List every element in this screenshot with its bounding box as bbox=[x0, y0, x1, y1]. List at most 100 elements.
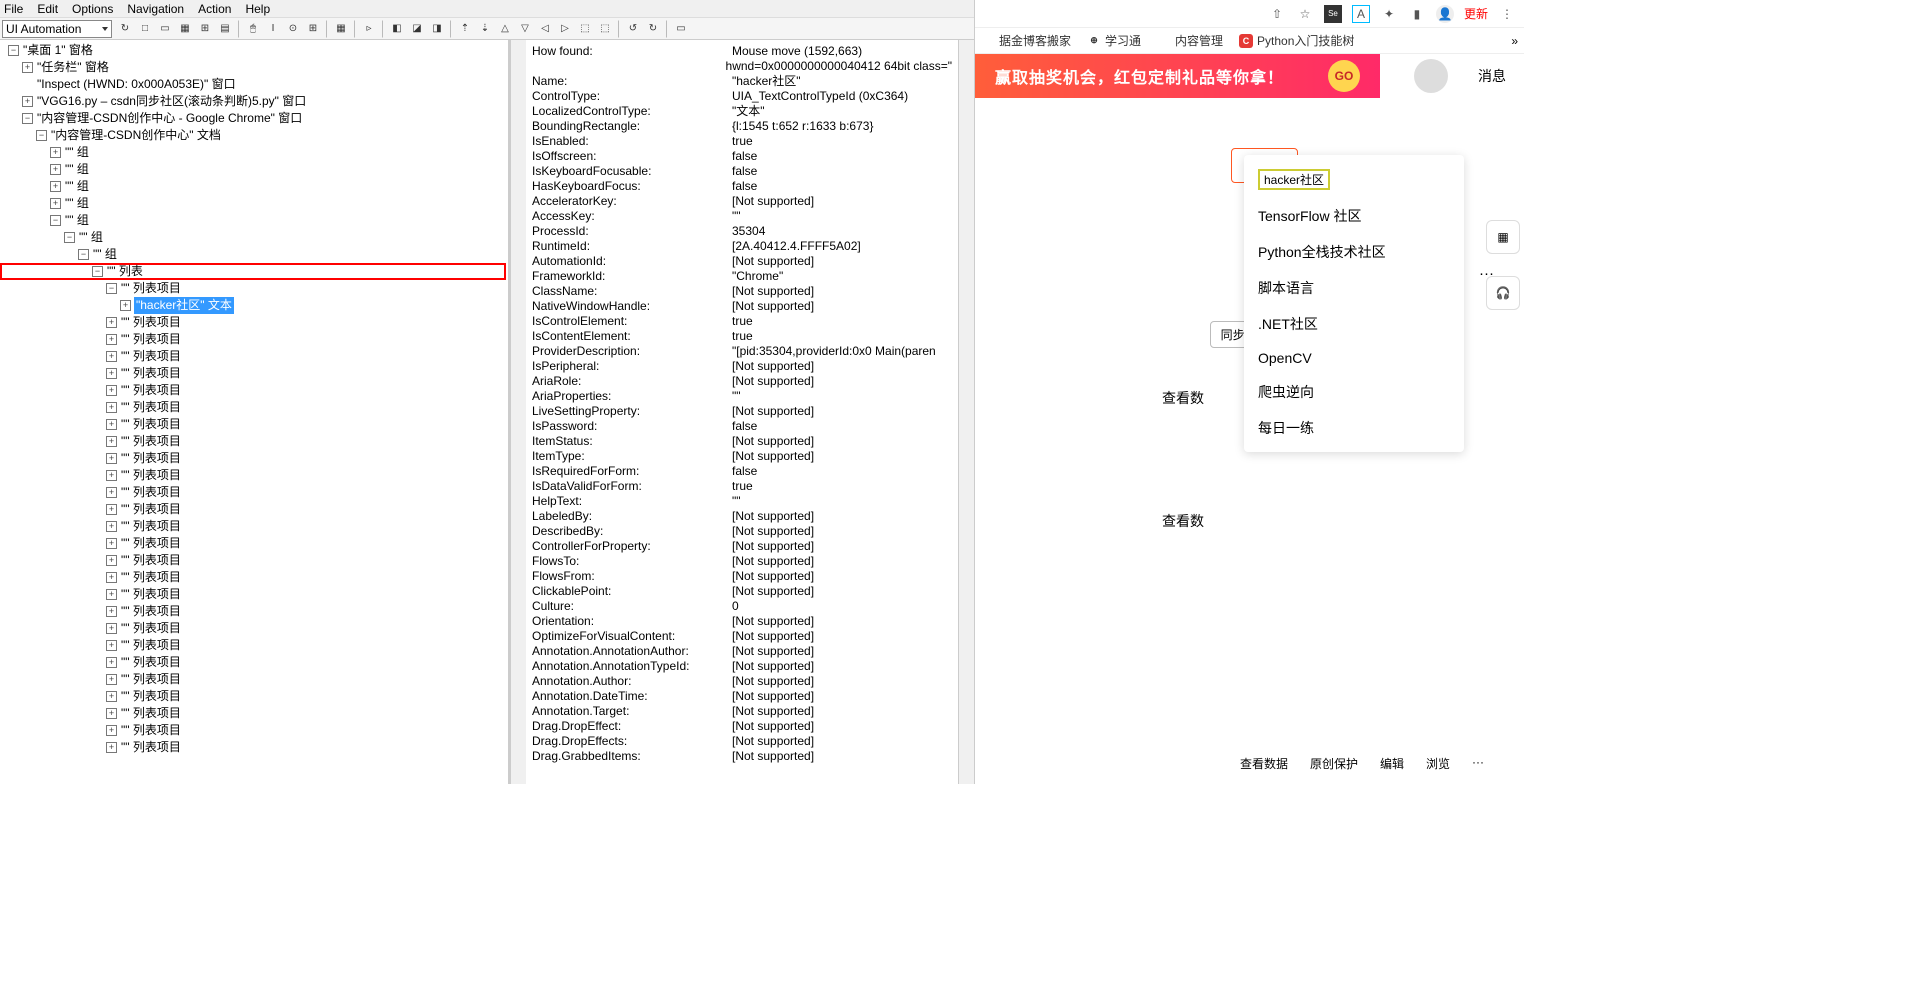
extensions-icon[interactable]: ✦ bbox=[1380, 5, 1398, 23]
edit-link-2[interactable]: 编辑 bbox=[1380, 755, 1404, 772]
menu-navigation[interactable]: Navigation bbox=[127, 2, 184, 16]
dropdown-item[interactable]: hacker社区 bbox=[1244, 161, 1464, 198]
properties-pane[interactable]: How found:Mouse move (1592,663)hwnd=0x00… bbox=[526, 40, 958, 784]
toolbar-icon[interactable] bbox=[666, 20, 668, 38]
expand-icon[interactable]: − bbox=[36, 130, 47, 141]
tree-item[interactable]: +"任务栏" 窗格 bbox=[2, 59, 506, 76]
menu-file[interactable]: File bbox=[4, 2, 23, 16]
dropdown-item[interactable]: TensorFlow 社区 bbox=[1244, 198, 1464, 234]
tree-item[interactable]: −"" 列表项目 bbox=[2, 280, 506, 297]
bookmark[interactable]: CPython入门技能树 bbox=[1239, 32, 1354, 49]
expand-icon[interactable]: + bbox=[50, 164, 61, 175]
tree-item[interactable]: +"" 列表项目 bbox=[2, 399, 506, 416]
tree-item[interactable]: +"" 列表项目 bbox=[2, 586, 506, 603]
tree-item[interactable]: −"桌面 1" 窗格 bbox=[2, 42, 506, 59]
mode-dropdown[interactable]: UI Automation bbox=[2, 20, 112, 38]
toolbar-icon[interactable]: I bbox=[264, 20, 282, 38]
toolbar-icon[interactable] bbox=[618, 20, 620, 38]
expand-icon[interactable]: + bbox=[106, 419, 117, 430]
expand-icon[interactable]: + bbox=[106, 487, 117, 498]
expand-icon[interactable]: − bbox=[64, 232, 75, 243]
toolbar-icon[interactable]: ⊙ bbox=[284, 20, 302, 38]
toolbar-icon[interactable]: ▦ bbox=[332, 20, 350, 38]
tree-item[interactable]: +"" 列表项目 bbox=[2, 433, 506, 450]
expand-icon[interactable]: + bbox=[106, 504, 117, 515]
toolbar-icon[interactable]: ⊞ bbox=[196, 20, 214, 38]
bookmark[interactable]: ⊕学习通 bbox=[1087, 32, 1141, 49]
expand-icon[interactable]: + bbox=[106, 334, 117, 345]
tree-item[interactable]: +"" 列表项目 bbox=[2, 416, 506, 433]
update-button[interactable]: 更新 bbox=[1464, 5, 1488, 22]
expand-icon[interactable]: + bbox=[106, 725, 117, 736]
tree-item[interactable]: +"" 列表项目 bbox=[2, 603, 506, 620]
menu-options[interactable]: Options bbox=[72, 2, 113, 16]
expand-icon[interactable]: + bbox=[106, 674, 117, 685]
expand-icon[interactable]: − bbox=[8, 45, 19, 56]
expand-icon[interactable]: − bbox=[106, 283, 117, 294]
toolbar-icon[interactable] bbox=[238, 20, 240, 38]
expand-icon[interactable]: + bbox=[106, 708, 117, 719]
view-data-link[interactable]: 查看数据 bbox=[1240, 755, 1288, 772]
bookmark[interactable]: 据金博客搬家 bbox=[981, 32, 1071, 49]
expand-icon[interactable]: + bbox=[106, 453, 117, 464]
extension-se-icon[interactable]: Se bbox=[1324, 5, 1342, 23]
toolbar-icon[interactable]: ⇡ bbox=[456, 20, 474, 38]
expand-icon[interactable]: + bbox=[106, 351, 117, 362]
expand-icon[interactable]: + bbox=[50, 147, 61, 158]
dropdown-item[interactable]: OpenCV bbox=[1244, 342, 1464, 374]
tree-item[interactable]: +"" 列表项目 bbox=[2, 637, 506, 654]
tree-item[interactable]: "Inspect (HWND: 0x000A053E)" 窗口 bbox=[2, 76, 506, 93]
tree-item[interactable]: +"" 列表项目 bbox=[2, 518, 506, 535]
kebab-icon[interactable]: ⋮ bbox=[1498, 5, 1516, 23]
tree-item[interactable]: −"" 组 bbox=[2, 212, 506, 229]
toolbar-icon[interactable] bbox=[450, 20, 452, 38]
tree-item[interactable]: +"" 列表项目 bbox=[2, 382, 506, 399]
more-dots-2[interactable]: ··· bbox=[1472, 755, 1484, 772]
toolbar-icon[interactable]: ◁ bbox=[536, 20, 554, 38]
dropdown-item[interactable]: 脚本语言 bbox=[1244, 270, 1464, 306]
expand-icon[interactable]: + bbox=[106, 623, 117, 634]
avatar[interactable] bbox=[1414, 59, 1448, 93]
profile-icon[interactable]: 👤 bbox=[1436, 5, 1454, 23]
expand-icon[interactable]: − bbox=[78, 249, 89, 260]
browse-link-2[interactable]: 浏览 bbox=[1426, 755, 1450, 772]
menu-help[interactable]: Help bbox=[245, 2, 270, 16]
menu-edit[interactable]: Edit bbox=[37, 2, 58, 16]
original-protect-link[interactable]: 原创保护 bbox=[1310, 755, 1358, 772]
toolbar-icon[interactable]: ◪ bbox=[408, 20, 426, 38]
toolbar-icon[interactable]: ⬚ bbox=[576, 20, 594, 38]
tree-item[interactable]: −"" 列表 bbox=[0, 263, 506, 280]
expand-icon[interactable]: + bbox=[106, 606, 117, 617]
toolbar-icon[interactable]: ▽ bbox=[516, 20, 534, 38]
toolbar-icon[interactable]: ▷ bbox=[556, 20, 574, 38]
toolbar-icon[interactable]: ⇣ bbox=[476, 20, 494, 38]
tree-item[interactable]: −"内容管理-CSDN创作中心 - Google Chrome" 窗口 bbox=[2, 110, 506, 127]
toolbar-icon[interactable]: △ bbox=[496, 20, 514, 38]
toolbar-icon[interactable] bbox=[382, 20, 384, 38]
tree-item[interactable]: +"" 列表项目 bbox=[2, 450, 506, 467]
toolbar-icon[interactable]: ⬚ bbox=[596, 20, 614, 38]
expand-icon[interactable]: + bbox=[106, 436, 117, 447]
tree-item[interactable]: +"" 列表项目 bbox=[2, 365, 506, 382]
promo-banner[interactable]: 赢取抽奖机会，红包定制礼品等你拿！ GO bbox=[975, 54, 1380, 98]
banner-go-button[interactable]: GO bbox=[1328, 60, 1360, 92]
expand-icon[interactable]: − bbox=[50, 215, 61, 226]
support-fab[interactable]: 🎧 bbox=[1486, 276, 1520, 310]
toolbar-icon[interactable]: ↻ bbox=[116, 20, 134, 38]
tree-item[interactable]: +"" 列表项目 bbox=[2, 331, 506, 348]
tree-item[interactable]: −"内容管理-CSDN创作中心" 文档 bbox=[2, 127, 506, 144]
tree-item[interactable]: +"" 列表项目 bbox=[2, 467, 506, 484]
expand-icon[interactable]: + bbox=[106, 691, 117, 702]
tree-item[interactable]: +"" 列表项目 bbox=[2, 314, 506, 331]
dropdown-item[interactable]: Python全栈技术社区 bbox=[1244, 234, 1464, 270]
toolbar-icon[interactable] bbox=[326, 20, 328, 38]
tree-item[interactable]: +"hacker社区" 文本 bbox=[2, 297, 506, 314]
expand-icon[interactable]: + bbox=[106, 538, 117, 549]
toolbar-icon[interactable]: ◧ bbox=[388, 20, 406, 38]
expand-icon[interactable]: + bbox=[106, 368, 117, 379]
toolbar-icon[interactable]: □ bbox=[136, 20, 154, 38]
expand-icon[interactable]: − bbox=[92, 266, 103, 277]
reading-list-icon[interactable]: ▮ bbox=[1408, 5, 1426, 23]
tree-item[interactable]: +"" 列表项目 bbox=[2, 739, 506, 756]
tree-item[interactable]: +"" 组 bbox=[2, 161, 506, 178]
